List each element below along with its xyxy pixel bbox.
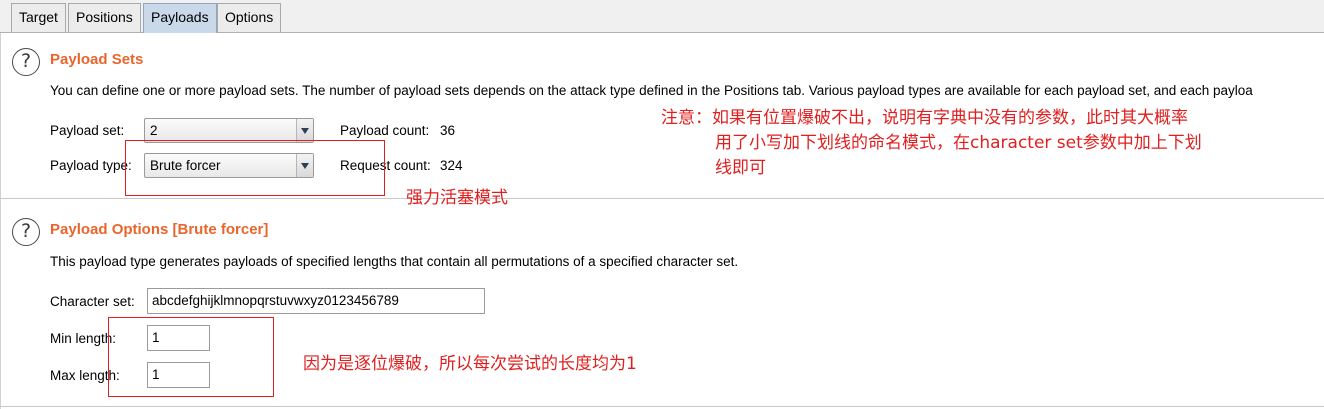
tab-bar: Target Positions Payloads Options: [0, 0, 1324, 33]
tab-target[interactable]: Target: [11, 3, 66, 32]
triangle-down-icon: [296, 119, 313, 142]
annotation-brute-mode: 强力活塞模式: [406, 188, 508, 208]
character-set-input[interactable]: abcdefghijklmnopqrstuvwxyz0123456789: [147, 288, 485, 314]
annotation-box-lengths: [108, 317, 274, 397]
tab-positions[interactable]: Positions: [68, 3, 141, 32]
payload-count-value: 36: [440, 123, 456, 138]
annotation-note-line3: 线即可: [715, 158, 766, 178]
section-divider-bottom: [0, 406, 1324, 407]
tab-options[interactable]: Options: [217, 3, 282, 32]
payload-type-label: Payload type:: [50, 158, 132, 173]
payload-sets-title: Payload Sets: [50, 51, 144, 68]
request-count-value: 324: [440, 158, 463, 173]
payload-options-title: Payload Options [Brute forcer]: [50, 221, 269, 238]
payload-count-label: Payload count:: [340, 123, 430, 138]
annotation-note-line1: 注意：如果有位置爆破不出，说明有字典中没有的参数，此时其大概率: [661, 108, 1188, 128]
annotation-length-note: 因为是逐位爆破，所以每次尝试的长度均为1: [303, 354, 637, 374]
question-mark-circle-icon[interactable]: ?: [12, 218, 40, 246]
min-length-label: Min length:: [50, 331, 117, 346]
tab-payloads[interactable]: Payloads: [143, 3, 217, 33]
payload-sets-description: You can define one or more payload sets.…: [50, 83, 1253, 98]
payload-set-value: 2: [150, 123, 158, 138]
payload-options-description: This payload type generates payloads of …: [50, 254, 739, 269]
character-set-label: Character set:: [50, 294, 135, 309]
question-mark-circle-icon[interactable]: ?: [12, 48, 40, 76]
annotation-note-line2: 用了小写加下划线的命名模式，在character set参数中加上下划: [715, 133, 1202, 153]
payload-set-label: Payload set:: [50, 123, 125, 138]
section-divider: [0, 198, 1324, 199]
annotation-box-payload-type: [125, 140, 385, 196]
